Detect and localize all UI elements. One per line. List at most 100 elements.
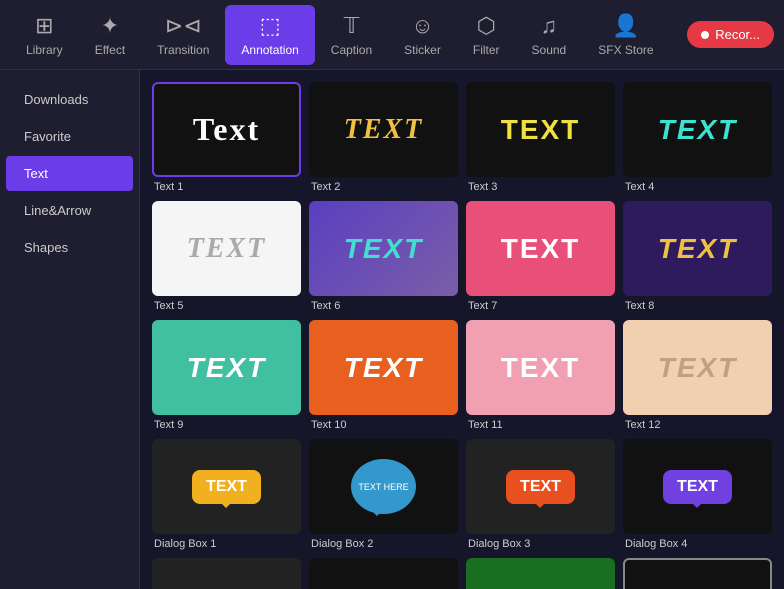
text-thumb-1: Text (152, 82, 301, 177)
toolbar-sound[interactable]: ♫ Sound (516, 5, 583, 65)
dialog-thumb-7: TEXT (466, 558, 615, 589)
toolbar-transition[interactable]: ⊳⊲ Transition (141, 5, 225, 65)
text-item-12[interactable]: TEXT Text 12 (623, 320, 772, 431)
dialog-thumb-2: TEXT HERE (309, 439, 458, 534)
library-icon: ⊞ (35, 13, 53, 39)
toolbar-filter[interactable]: ⬡ Filter (457, 5, 516, 65)
dialog-label-4: Dialog Box 4 (623, 538, 687, 550)
text-label-3: Text 3 (466, 181, 497, 193)
toolbar: ⊞ Library ✦ Effect ⊳⊲ Transition ⬚ Annot… (0, 0, 784, 70)
text-label-10: Text 10 (309, 419, 346, 431)
text-item-10[interactable]: TEXT Text 10 (309, 320, 458, 431)
dialog-box-2[interactable]: TEXT HERE Dialog Box 2 (309, 439, 458, 550)
toolbar-transition-label: Transition (157, 43, 209, 57)
transition-icon: ⊳⊲ (165, 13, 202, 39)
text-preview-11: TEXT (501, 352, 581, 384)
dialog-box-7[interactable]: TEXT (466, 558, 615, 589)
toolbar-caption-label: Caption (331, 43, 372, 57)
dialog-thumb-8: TEXT (623, 558, 772, 589)
toolbar-filter-label: Filter (473, 43, 500, 57)
dialog-box-6[interactable]: TEXT (309, 558, 458, 589)
text-label-11: Text 11 (466, 419, 503, 431)
dialog-thumb-6: TEXT (309, 558, 458, 589)
toolbar-effect[interactable]: ✦ Effect (79, 5, 141, 65)
text-item-2[interactable]: TEXT Text 2 (309, 82, 458, 193)
text-thumb-9: TEXT (152, 320, 301, 415)
toolbar-effect-label: Effect (95, 43, 125, 57)
text-label-5: Text 5 (152, 300, 183, 312)
effect-icon: ✦ (101, 13, 119, 39)
text-label-2: Text 2 (309, 181, 340, 193)
text-label-6: Text 6 (309, 300, 340, 312)
dialog-bubble-3: TEXT (506, 470, 575, 504)
text-label-9: Text 9 (152, 419, 183, 431)
text-item-4[interactable]: TEXT Text 4 (623, 82, 772, 193)
toolbar-library[interactable]: ⊞ Library (10, 5, 79, 65)
toolbar-sound-label: Sound (532, 43, 567, 57)
text-thumb-11: TEXT (466, 320, 615, 415)
text-preview-12: TEXT (658, 352, 738, 384)
sidebar-item-text[interactable]: Text (6, 156, 133, 191)
toolbar-sticker[interactable]: ☺ Sticker (388, 5, 457, 65)
text-thumb-10: TEXT (309, 320, 458, 415)
dialog-box-4[interactable]: TEXT Dialog Box 4 (623, 439, 772, 550)
text-label-4: Text 4 (623, 181, 654, 193)
toolbar-annotation-label: Annotation (241, 43, 298, 57)
text-preview-7: TEXT (501, 233, 581, 265)
dialog-box-8[interactable]: TEXT (623, 558, 772, 589)
text-thumb-2: TEXT (309, 82, 458, 177)
dialog-box-5[interactable]: TEXT (152, 558, 301, 589)
dialog-thumb-3: TEXT (466, 439, 615, 534)
record-button[interactable]: Recor... (687, 21, 774, 48)
text-preview-8: TEXT (658, 233, 738, 265)
dialog-thumb-1: TEXT (152, 439, 301, 534)
dialog-label-2: Dialog Box 2 (309, 538, 373, 550)
toolbar-sticker-label: Sticker (404, 43, 441, 57)
dialog-label-1: Dialog Box 1 (152, 538, 216, 550)
sidebar: Downloads Favorite Text Line&Arrow Shape… (0, 70, 140, 589)
text-item-1[interactable]: Text Text 1 (152, 82, 301, 193)
sfxstore-icon: 👤 (612, 13, 639, 39)
text-label-7: Text 7 (466, 300, 497, 312)
annotation-icon: ⬚ (260, 13, 281, 39)
sidebar-item-shapes[interactable]: Shapes (6, 230, 133, 265)
sound-icon: ♫ (541, 13, 558, 39)
dialog-bubble-4: TEXT (663, 470, 732, 504)
filter-icon: ⬡ (477, 13, 496, 39)
text-item-7[interactable]: TEXT Text 7 (466, 201, 615, 312)
dialog-thumb-5: TEXT (152, 558, 301, 589)
text-thumb-6: TEXT (309, 201, 458, 296)
dialog-box-3[interactable]: TEXT Dialog Box 3 (466, 439, 615, 550)
dialog-bubble-1: TEXT (192, 470, 261, 504)
content-area: Text Text 1 TEXT Text 2 TEXT Text 3 (140, 70, 784, 589)
toolbar-caption[interactable]: 𝕋 Caption (315, 5, 388, 65)
text-item-9[interactable]: TEXT Text 9 (152, 320, 301, 431)
text-item-5[interactable]: TEXT Text 5 (152, 201, 301, 312)
sidebar-item-favorite[interactable]: Favorite (6, 119, 133, 154)
text-grid: Text Text 1 TEXT Text 2 TEXT Text 3 (152, 82, 772, 589)
text-item-6[interactable]: TEXT Text 6 (309, 201, 458, 312)
sidebar-item-linearrow[interactable]: Line&Arrow (6, 193, 133, 228)
toolbar-annotation[interactable]: ⬚ Annotation (225, 5, 314, 65)
text-item-3[interactable]: TEXT Text 3 (466, 82, 615, 193)
text-thumb-12: TEXT (623, 320, 772, 415)
record-label: Recor... (715, 27, 760, 42)
toolbar-sfxstore-label: SFX Store (598, 43, 653, 57)
main-area: Downloads Favorite Text Line&Arrow Shape… (0, 70, 784, 589)
text-item-11[interactable]: TEXT Text 11 (466, 320, 615, 431)
sidebar-item-downloads[interactable]: Downloads (6, 82, 133, 117)
text-thumb-7: TEXT (466, 201, 615, 296)
text-preview-4: TEXT (658, 114, 738, 146)
text-preview-1: Text (193, 111, 260, 148)
text-thumb-8: TEXT (623, 201, 772, 296)
toolbar-sfxstore[interactable]: 👤 SFX Store (582, 5, 669, 65)
sticker-icon: ☺ (411, 13, 433, 39)
text-label-1: Text 1 (152, 181, 183, 193)
text-preview-5: TEXT (187, 233, 267, 265)
text-preview-2: TEXT (344, 114, 424, 146)
text-item-8[interactable]: TEXT Text 8 (623, 201, 772, 312)
caption-icon: 𝕋 (344, 13, 360, 39)
text-label-8: Text 8 (623, 300, 654, 312)
text-thumb-3: TEXT (466, 82, 615, 177)
dialog-box-1[interactable]: TEXT Dialog Box 1 (152, 439, 301, 550)
